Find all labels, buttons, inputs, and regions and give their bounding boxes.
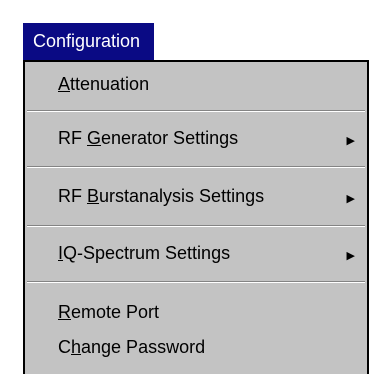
menu-item-label: Remote Port bbox=[58, 302, 160, 322]
menu-item-iq-spectrum-settings[interactable]: IQ-Spectrum Settings ▶ bbox=[25, 243, 367, 271]
menu-item-label: Change Password bbox=[58, 337, 206, 357]
menu-separator bbox=[27, 281, 365, 283]
menu-title-configuration[interactable]: Configuration bbox=[23, 23, 155, 60]
menu-item-label: RF Generator Settings bbox=[58, 128, 239, 148]
submenu-arrow-icon: ▶ bbox=[346, 135, 355, 147]
menu-separator bbox=[27, 225, 365, 227]
menu-item-remote-port[interactable]: Remote Port bbox=[25, 302, 367, 330]
menu-separator bbox=[27, 110, 365, 112]
menu-item-label: IQ-Spectrum Settings bbox=[58, 243, 231, 263]
submenu-arrow-icon: ▶ bbox=[346, 193, 355, 205]
menu-item-label: Attenuation bbox=[58, 74, 150, 94]
menu-item-attenuation[interactable]: Attenuation bbox=[25, 74, 367, 102]
submenu-arrow-icon: ▶ bbox=[346, 250, 355, 262]
menu-item-rf-burstanalysis-settings[interactable]: RF Burstanalysis Settings ▶ bbox=[25, 186, 367, 214]
menu-separator bbox=[27, 166, 365, 168]
menu-item-label: RF Burstanalysis Settings bbox=[58, 186, 265, 206]
configuration-dropdown-menu: Attenuation RF Generator Settings ▶ RF B… bbox=[23, 60, 369, 374]
screen: Configuration Attenuation RF Generator S… bbox=[0, 0, 378, 374]
menu-item-rf-generator-settings[interactable]: RF Generator Settings ▶ bbox=[25, 128, 367, 156]
menu-item-change-password[interactable]: Change Password bbox=[25, 337, 367, 365]
